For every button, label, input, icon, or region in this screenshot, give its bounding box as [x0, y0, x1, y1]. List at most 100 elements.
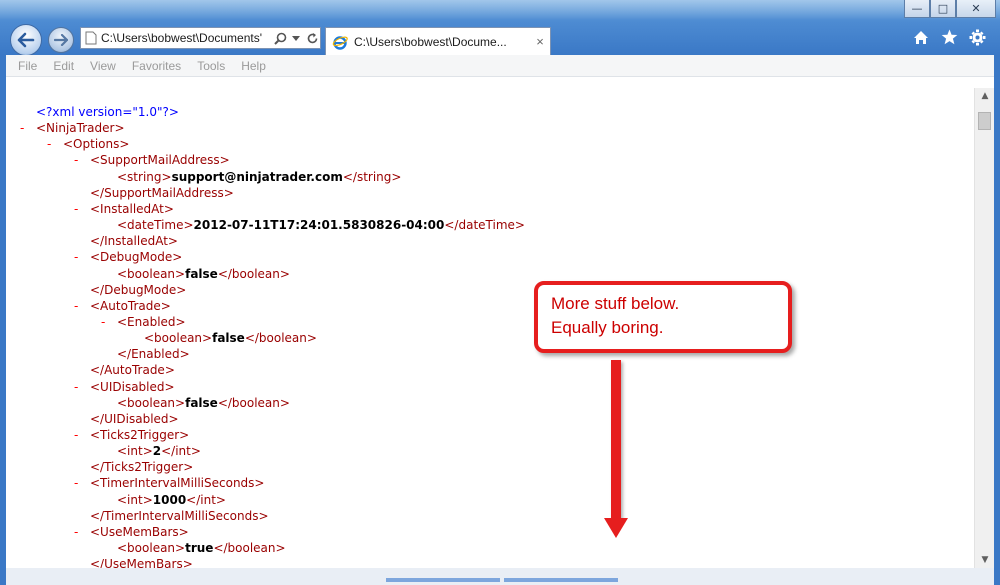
- xml-value: 2: [152, 444, 162, 459]
- back-button[interactable]: [10, 24, 42, 56]
- xml-tag: </boolean>: [244, 331, 317, 346]
- menu-file[interactable]: File: [18, 59, 37, 73]
- xml-tag: <Ticks2Trigger>: [90, 428, 190, 442]
- callout-arrow-down-icon: [604, 518, 628, 538]
- forward-button[interactable]: [48, 27, 74, 53]
- xml-line: </UIDisabled>: [90, 411, 179, 427]
- tab-current[interactable]: C:\Users\bobwest\Docume... ×: [325, 27, 551, 55]
- xml-tag: <InstalledAt>: [90, 201, 174, 216]
- xml-tag: </Ticks2Trigger>: [90, 460, 194, 475]
- address-bar[interactable]: C:\Users\bobwest\Documents': [80, 27, 321, 49]
- xml-line: <int>2</int>: [117, 443, 201, 459]
- xml-tag: </UIDisabled>: [90, 411, 179, 426]
- back-arrow-icon: [17, 32, 35, 48]
- scroll-up-icon[interactable]: ▲: [975, 88, 995, 104]
- collapse-toggle[interactable]: -: [74, 201, 78, 217]
- xml-line: - <DebugMode>: [74, 249, 182, 265]
- browser-chrome: — □ ✕ C:\Users\bobwest\Documents' C:\Use…: [0, 0, 1000, 56]
- xml-tag: <int>: [117, 444, 153, 459]
- collapse-toggle[interactable]: -: [47, 136, 51, 152]
- tab-close-button[interactable]: ×: [530, 34, 550, 49]
- collapse-toggle[interactable]: -: [74, 427, 78, 443]
- xml-tag: <NinjaTrader>: [36, 121, 125, 136]
- callout-line-2: Equally boring.: [551, 318, 664, 337]
- xml-value: true: [185, 541, 214, 556]
- xml-line: </AutoTrade>: [90, 362, 175, 378]
- xml-tag: </InstalledAt>: [90, 234, 178, 249]
- xml-tag: </boolean>: [217, 266, 290, 281]
- xml-value: support@ninjatrader.com: [171, 169, 343, 184]
- scroll-down-icon[interactable]: ▼: [975, 552, 995, 568]
- vertical-scrollbar[interactable]: ▲ ▼: [974, 88, 994, 568]
- page-icon: [85, 31, 97, 45]
- annotation-callout: More stuff below. Equally boring.: [534, 281, 792, 353]
- xml-line: - <UseMemBars>: [74, 524, 189, 540]
- xml-value: false: [185, 395, 218, 410]
- tab-title: C:\Users\bobwest\Docume...: [354, 34, 507, 49]
- xml-line: </InstalledAt>: [90, 233, 178, 249]
- xml-tag: <boolean>: [117, 541, 186, 556]
- xml-line: - <Options>: [47, 136, 130, 152]
- collapse-toggle[interactable]: -: [74, 249, 78, 265]
- refresh-icon[interactable]: [304, 30, 320, 46]
- xml-line: </TimerIntervalMilliSeconds>: [90, 508, 269, 524]
- xml-tag: </AutoTrade>: [90, 363, 175, 378]
- xml-value: 2012-07-11T17:24:01.5830826-04:00: [193, 218, 445, 233]
- menu-edit[interactable]: Edit: [53, 59, 74, 73]
- maximize-button[interactable]: □: [930, 0, 956, 18]
- collapse-toggle[interactable]: -: [101, 314, 105, 330]
- xml-tag: <Options>: [63, 137, 130, 152]
- xml-line: </Enabled>: [117, 346, 190, 362]
- status-indicator: [504, 578, 618, 582]
- menu-view[interactable]: View: [90, 59, 116, 73]
- xml-line: - <Ticks2Trigger>: [74, 427, 190, 443]
- minimize-button[interactable]: —: [904, 0, 930, 18]
- menu-help[interactable]: Help: [241, 59, 266, 73]
- dropdown-icon[interactable]: [288, 30, 304, 46]
- xml-tag: </boolean>: [217, 395, 290, 410]
- window-frame-right: [994, 55, 1000, 585]
- ie-logo-icon: [332, 35, 348, 50]
- search-icon[interactable]: [272, 30, 288, 46]
- xml-tag: <boolean>: [144, 331, 213, 346]
- collapse-toggle[interactable]: -: [74, 475, 78, 491]
- xml-line: </Ticks2Trigger>: [90, 459, 193, 475]
- collapse-toggle[interactable]: -: [20, 120, 24, 136]
- collapse-toggle[interactable]: -: [74, 152, 78, 168]
- xml-tag: </int>: [161, 444, 201, 459]
- home-icon[interactable]: [912, 28, 930, 46]
- xml-value: false: [185, 266, 218, 281]
- scroll-thumb[interactable]: [978, 112, 991, 130]
- xml-tag: </dateTime>: [444, 218, 525, 233]
- xml-tag: <boolean>: [117, 395, 186, 410]
- xml-line: - <SupportMailAddress>: [74, 152, 230, 168]
- menu-tools[interactable]: Tools: [197, 59, 225, 73]
- xml-tag: <dateTime>: [117, 218, 194, 233]
- favorites-star-icon[interactable]: [940, 28, 958, 46]
- xml-line: - <InstalledAt>: [74, 201, 174, 217]
- xml-line: <boolean>false</boolean>: [117, 266, 290, 282]
- close-window-button[interactable]: ✕: [956, 0, 996, 18]
- xml-tag: </string>: [342, 169, 402, 184]
- chrome-gloss: [0, 0, 1000, 20]
- xml-line: <?xml version="1.0"?>: [36, 104, 179, 120]
- xml-value: false: [212, 331, 245, 346]
- xml-line: <dateTime>2012-07-11T17:24:01.5830826-04…: [117, 217, 525, 233]
- xml-tag: <UIDisabled>: [90, 379, 175, 394]
- settings-gear-icon[interactable]: [968, 28, 986, 46]
- menu-favorites[interactable]: Favorites: [132, 59, 181, 73]
- collapse-toggle[interactable]: -: [74, 524, 78, 540]
- xml-tag: <TimerIntervalMilliSeconds>: [90, 476, 265, 491]
- xml-line: </DebugMode>: [90, 282, 186, 298]
- xml-tag: </SupportMailAddress>: [90, 185, 234, 200]
- xml-line: - <UIDisabled>: [74, 379, 175, 395]
- collapse-toggle[interactable]: -: [74, 379, 78, 395]
- status-indicator: [386, 578, 500, 582]
- status-area: [6, 568, 994, 585]
- address-text[interactable]: C:\Users\bobwest\Documents': [101, 31, 272, 45]
- xml-line: <int>1000</int>: [117, 492, 226, 508]
- menu-bar: File Edit View Favorites Tools Help: [6, 55, 994, 77]
- xml-tag: <boolean>: [117, 266, 186, 281]
- collapse-toggle[interactable]: -: [74, 298, 78, 314]
- forward-arrow-icon: [54, 34, 68, 46]
